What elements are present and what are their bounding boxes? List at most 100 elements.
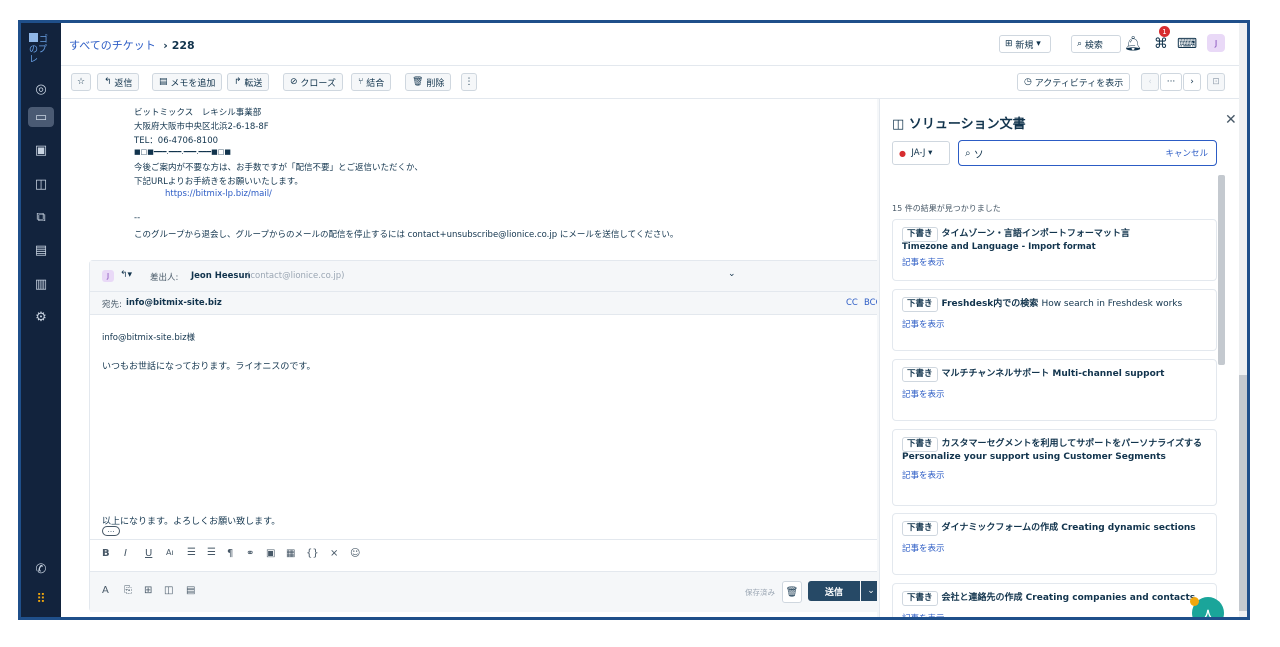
result-title-ja: マルチチャンネルサポート <box>941 369 1050 379</box>
reply-editor: J ↰▾ 差出人: Jeon Heesun (contact@lionice.c… <box>89 260 877 612</box>
analytics-icon[interactable]: ▥ <box>31 274 51 294</box>
view-article-link[interactable]: 記事を表示 <box>902 469 1207 481</box>
reply-button[interactable]: ↰ 返信 <box>97 73 140 91</box>
solution-result-card[interactable]: 下書き ダイナミックフォームの作成 Creating dynamic sectio… <box>892 513 1217 575</box>
more-actions-button[interactable]: ⋮ <box>461 73 477 91</box>
language-select[interactable]: ● JA-J ▾ <box>892 141 950 165</box>
reply-type-icon[interactable]: ↰▾ <box>120 270 132 280</box>
tickets-icon[interactable]: ▭ <box>28 107 54 127</box>
ticket-list-button[interactable]: ··· <box>1160 73 1182 91</box>
reply-body[interactable]: info@bitmix-site.biz様 いつもお世話になっております。ライオ… <box>90 315 876 536</box>
language-value: JA-J <box>911 148 926 158</box>
cancel-search-button[interactable]: キャンセル <box>1165 147 1208 159</box>
dashboard-icon[interactable]: ◎ <box>31 79 51 99</box>
bcc-button[interactable]: BCC <box>864 298 877 308</box>
star-button[interactable]: ☆ <box>71 73 91 91</box>
result-title-ja: ダイナミックフォームの作成 <box>941 523 1059 533</box>
page-scroll-thumb[interactable] <box>1239 375 1247 611</box>
bell-icon[interactable]: 🔔︎ <box>1123 34 1143 54</box>
view-article-link[interactable]: 記事を表示 <box>902 542 1207 554</box>
italic-icon[interactable]: I <box>124 548 127 559</box>
close-icon[interactable]: ✕ <box>1225 112 1237 128</box>
signature-line: 大阪府大阪市中央区北浜2-6-18-8F <box>134 122 269 132</box>
cc-button[interactable]: CC <box>846 298 858 308</box>
canned-response-icon[interactable]: ⊞ <box>144 585 152 596</box>
template-icon[interactable]: ▤ <box>186 585 195 596</box>
prev-ticket-button[interactable]: ‹ <box>1141 73 1159 91</box>
to-field[interactable]: 宛先: info@bitmix-site.biz CC BCC <box>90 292 877 315</box>
new-button[interactable]: ⊞ 新規 ▾ <box>999 35 1051 53</box>
unsubscribe-link[interactable]: https://bitmix-lp.biz/mail/ <box>165 189 272 199</box>
conversation-pane: ビットミックス レキシル事業部 大阪府大阪市中央区北浜2-6-18-8F TEL… <box>61 99 877 617</box>
solution-search-input[interactable]: ⌕ ソ キャンセル <box>958 140 1217 166</box>
view-article-link[interactable]: 記事を表示 <box>902 388 1207 400</box>
forward-button[interactable]: ↱ 転送 <box>227 73 270 91</box>
paragraph-icon[interactable]: ¶ <box>227 548 233 559</box>
image-icon[interactable]: ▣ <box>266 548 275 559</box>
show-activity-button[interactable]: ◷ アクティビティを表示 <box>1017 73 1131 91</box>
send-options-chevron-icon[interactable]: ⌄ <box>861 581 877 601</box>
result-title-ja: カスタマーセグメントを利用してサポートをパーソナライズする <box>941 439 1202 449</box>
gift-icon[interactable]: ⌘ <box>1151 34 1171 54</box>
view-article-link[interactable]: 記事を表示 <box>902 318 1207 330</box>
keyboard-icon[interactable]: ⌨ <box>1177 34 1197 54</box>
solution-result-card[interactable]: 下書き カスタマーセグメントを利用してサポートをパーソナライズする Persona… <box>892 429 1217 506</box>
from-dropdown-chevron-icon[interactable]: ⌄ <box>728 269 736 279</box>
view-article-link[interactable]: 記事を表示 <box>902 256 1207 268</box>
expand-panel-button[interactable]: ⊡ <box>1207 73 1225 91</box>
breadcrumb-all-tickets[interactable]: すべてのチケット <box>69 39 156 52</box>
merge-button[interactable]: ⑂ 結合 <box>351 73 392 91</box>
panel-scrollbar[interactable] <box>1218 175 1225 615</box>
assistant-status-dot <box>1190 597 1199 606</box>
panel-title-text: ソリューション文書 <box>908 117 1026 132</box>
phone-icon[interactable]: ✆ <box>31 559 51 579</box>
user-avatar[interactable]: J <box>1207 34 1225 52</box>
draft-badge: 下書き <box>902 227 938 242</box>
solution-result-card[interactable]: 下書き Freshdesk内での検索 How search in Freshdes… <box>892 289 1217 351</box>
groups-icon[interactable]: ⧉ <box>31 207 51 227</box>
brand-logo[interactable]: ゴのプレ <box>29 33 53 69</box>
add-note-label: メモを追加 <box>170 78 216 89</box>
signature-separator: -- <box>134 213 141 223</box>
discard-draft-button[interactable]: 🗑︎ <box>782 581 802 603</box>
clear-format-icon[interactable]: ⨯ <box>330 548 338 559</box>
text-format-icon[interactable]: A <box>102 585 109 596</box>
close-ticket-button[interactable]: ⊘ クローズ <box>283 73 343 91</box>
font-size-icon[interactable]: Aı <box>166 548 174 557</box>
body-closing: 以上になります。よろしくお願い致します。 <box>102 517 281 527</box>
numbered-list-icon[interactable]: ☰ <box>207 547 216 558</box>
language-dot-icon: ● <box>899 148 906 158</box>
table-icon[interactable]: ▦ <box>286 548 295 559</box>
attachment-icon[interactable]: ⎘ <box>124 585 132 596</box>
merge-icon: ⑂ <box>358 77 364 87</box>
add-note-button[interactable]: ▤ メモを追加 <box>152 73 223 91</box>
link-icon[interactable]: ⚭ <box>246 548 254 559</box>
bullet-list-icon[interactable]: ☰ <box>187 547 196 558</box>
signature-line: ■□■━━━.━━━.━━━.━━━■□■ <box>134 148 231 156</box>
draft-badge: 下書き <box>902 297 938 312</box>
settings-icon[interactable]: ⚙ <box>31 307 51 327</box>
bold-icon[interactable]: B <box>102 548 110 559</box>
format-toolbar: B I U Aı ☰ ☰ ¶ ⚭ ▣ ▦ {} ⨯ ☺ <box>90 539 877 570</box>
solution-result-card[interactable]: 下書き タイムゾーン・言語インポートフォーマット言 Timezone and La… <box>892 219 1217 281</box>
next-ticket-button[interactable]: › <box>1183 73 1201 91</box>
code-icon[interactable]: {} <box>306 548 319 559</box>
solution-result-card[interactable]: 下書き 会社と連絡先の作成 Creating companies and cont… <box>892 583 1217 617</box>
solutions-icon[interactable]: ◫ <box>31 174 51 194</box>
ellipsis-icon: ··· <box>1166 77 1176 87</box>
apps-grid-icon[interactable]: ⠿ <box>31 589 51 609</box>
solution-result-card[interactable]: 下書き マルチチャンネルサポート Multi-channel support 記事… <box>892 359 1217 421</box>
contacts-icon[interactable]: ▣ <box>31 140 51 160</box>
view-article-link[interactable]: 記事を表示 <box>902 612 1207 617</box>
ticket-toolbar: ☆ ↰ 返信 ▤ メモを追加 ↱ 転送 ⊘ クローズ ⑂ 結合 🗑︎ 削除 ⋮ … <box>61 66 1247 99</box>
reports-icon[interactable]: ▤ <box>31 240 51 260</box>
send-button[interactable]: 送信 <box>808 581 860 601</box>
delete-button[interactable]: 🗑︎ 削除 <box>405 73 452 91</box>
panel-scroll-thumb[interactable] <box>1218 175 1225 365</box>
underline-icon[interactable]: U <box>145 548 152 559</box>
page-scrollbar[interactable] <box>1239 23 1247 617</box>
emoji-icon[interactable]: ☺ <box>350 548 360 559</box>
search-button[interactable]: ⌕ 検索 <box>1071 35 1121 53</box>
solution-article-icon[interactable]: ◫ <box>164 585 173 596</box>
show-quoted-button[interactable]: … <box>102 526 120 536</box>
